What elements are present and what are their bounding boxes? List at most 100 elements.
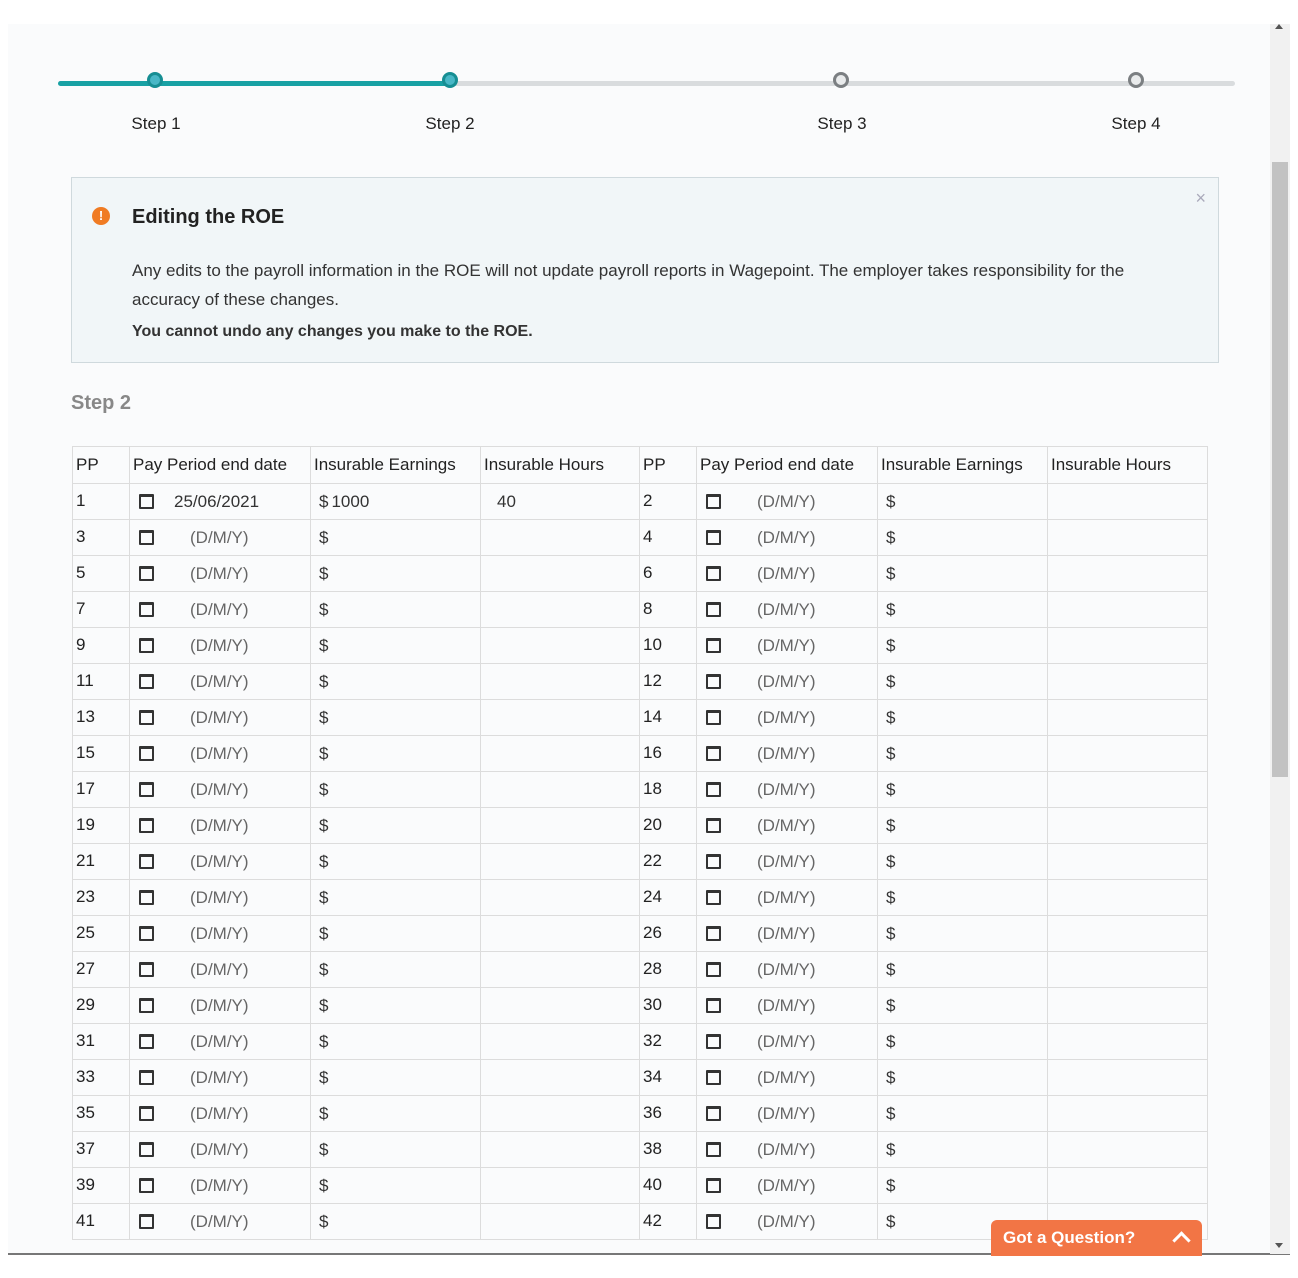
calendar-icon[interactable] xyxy=(139,566,154,581)
insurable-hours-field[interactable] xyxy=(480,555,640,592)
insurable-earnings-field[interactable]: $ xyxy=(877,1167,1048,1204)
pay-period-end-date-field[interactable]: (D/M/Y) xyxy=(129,627,311,664)
insurable-earnings-field[interactable]: $ xyxy=(877,951,1048,988)
calendar-icon[interactable] xyxy=(139,638,154,653)
calendar-icon[interactable] xyxy=(706,1070,721,1085)
close-icon[interactable]: × xyxy=(1195,188,1206,209)
calendar-icon[interactable] xyxy=(706,530,721,545)
insurable-earnings-field[interactable]: $ xyxy=(877,735,1048,772)
pay-period-end-date-field[interactable]: (D/M/Y) xyxy=(129,1131,311,1168)
insurable-hours-field[interactable]: 40 xyxy=(480,483,640,520)
insurable-earnings-field[interactable]: $ xyxy=(310,663,481,700)
calendar-icon[interactable] xyxy=(139,1034,154,1049)
calendar-icon[interactable] xyxy=(706,1214,721,1229)
pay-period-end-date-field[interactable]: 25/06/2021 xyxy=(129,483,311,520)
pay-period-end-date-field[interactable]: (D/M/Y) xyxy=(696,1059,878,1096)
insurable-earnings-field[interactable]: $ xyxy=(877,1131,1048,1168)
insurable-hours-field[interactable] xyxy=(480,951,640,988)
scrollbar-thumb[interactable] xyxy=(1272,162,1288,777)
calendar-icon[interactable] xyxy=(706,710,721,725)
insurable-earnings-field[interactable]: $ xyxy=(877,987,1048,1024)
insurable-hours-field[interactable] xyxy=(480,519,640,556)
insurable-earnings-field[interactable]: $ xyxy=(310,879,481,916)
insurable-earnings-field[interactable]: $ xyxy=(310,591,481,628)
calendar-icon[interactable] xyxy=(706,890,721,905)
insurable-earnings-field[interactable]: $ xyxy=(877,915,1048,952)
pay-period-end-date-field[interactable]: (D/M/Y) xyxy=(696,951,878,988)
insurable-hours-field[interactable] xyxy=(1047,879,1208,916)
insurable-earnings-field[interactable]: $ xyxy=(877,483,1048,520)
insurable-hours-field[interactable] xyxy=(480,627,640,664)
step-1-label[interactable]: Step 1 xyxy=(131,114,180,134)
pay-period-end-date-field[interactable]: (D/M/Y) xyxy=(696,1167,878,1204)
pay-period-end-date-field[interactable]: (D/M/Y) xyxy=(696,663,878,700)
scroll-up-arrow-icon[interactable] xyxy=(1275,24,1283,29)
insurable-hours-field[interactable] xyxy=(1047,699,1208,736)
calendar-icon[interactable] xyxy=(139,998,154,1013)
insurable-hours-field[interactable] xyxy=(480,1095,640,1132)
step-4-label[interactable]: Step 4 xyxy=(1111,114,1160,134)
calendar-icon[interactable] xyxy=(139,494,154,509)
pay-period-end-date-field[interactable]: (D/M/Y) xyxy=(129,1023,311,1060)
insurable-earnings-field[interactable]: $ xyxy=(310,843,481,880)
pay-period-end-date-field[interactable]: (D/M/Y) xyxy=(129,1095,311,1132)
calendar-icon[interactable] xyxy=(706,674,721,689)
pay-period-end-date-field[interactable]: (D/M/Y) xyxy=(696,699,878,736)
calendar-icon[interactable] xyxy=(139,602,154,617)
pay-period-end-date-field[interactable]: (D/M/Y) xyxy=(696,915,878,952)
pay-period-end-date-field[interactable]: (D/M/Y) xyxy=(696,591,878,628)
calendar-icon[interactable] xyxy=(139,530,154,545)
insurable-hours-field[interactable] xyxy=(480,1203,640,1240)
insurable-hours-field[interactable] xyxy=(1047,591,1208,628)
insurable-earnings-field[interactable]: $ xyxy=(310,1203,481,1240)
insurable-earnings-field[interactable]: $ xyxy=(877,771,1048,808)
pay-period-end-date-field[interactable]: (D/M/Y) xyxy=(696,1095,878,1132)
insurable-hours-field[interactable] xyxy=(480,987,640,1024)
calendar-icon[interactable] xyxy=(706,926,721,941)
calendar-icon[interactable] xyxy=(706,1142,721,1157)
calendar-icon[interactable] xyxy=(706,494,721,509)
insurable-earnings-field[interactable]: $ xyxy=(310,699,481,736)
insurable-hours-field[interactable] xyxy=(1047,843,1208,880)
pay-period-end-date-field[interactable]: (D/M/Y) xyxy=(129,915,311,952)
step-1-node[interactable] xyxy=(147,72,163,88)
insurable-hours-field[interactable] xyxy=(480,591,640,628)
step-4-node[interactable] xyxy=(1128,72,1144,88)
got-a-question-button[interactable]: Got a Question? xyxy=(991,1220,1202,1256)
pay-period-end-date-field[interactable]: (D/M/Y) xyxy=(129,663,311,700)
insurable-earnings-field[interactable]: $ xyxy=(310,1023,481,1060)
insurable-hours-field[interactable] xyxy=(1047,771,1208,808)
calendar-icon[interactable] xyxy=(706,1106,721,1121)
pay-period-end-date-field[interactable]: (D/M/Y) xyxy=(696,483,878,520)
calendar-icon[interactable] xyxy=(139,1070,154,1085)
calendar-icon[interactable] xyxy=(706,602,721,617)
insurable-hours-field[interactable] xyxy=(1047,951,1208,988)
insurable-hours-field[interactable] xyxy=(1047,915,1208,952)
insurable-hours-field[interactable] xyxy=(480,735,640,772)
insurable-hours-field[interactable] xyxy=(480,663,640,700)
insurable-earnings-field[interactable]: $ xyxy=(877,555,1048,592)
insurable-earnings-field[interactable]: $ xyxy=(877,807,1048,844)
pay-period-end-date-field[interactable]: (D/M/Y) xyxy=(129,1203,311,1240)
insurable-hours-field[interactable] xyxy=(480,879,640,916)
calendar-icon[interactable] xyxy=(139,746,154,761)
pay-period-end-date-field[interactable]: (D/M/Y) xyxy=(129,879,311,916)
insurable-hours-field[interactable] xyxy=(480,771,640,808)
pay-period-end-date-field[interactable]: (D/M/Y) xyxy=(696,555,878,592)
pay-period-end-date-field[interactable]: (D/M/Y) xyxy=(129,1167,311,1204)
pay-period-end-date-field[interactable]: (D/M/Y) xyxy=(696,519,878,556)
insurable-earnings-field[interactable]: $ xyxy=(877,591,1048,628)
insurable-hours-field[interactable] xyxy=(1047,483,1208,520)
pay-period-end-date-field[interactable]: (D/M/Y) xyxy=(129,591,311,628)
pay-period-end-date-field[interactable]: (D/M/Y) xyxy=(696,843,878,880)
insurable-hours-field[interactable] xyxy=(480,699,640,736)
pay-period-end-date-field[interactable]: (D/M/Y) xyxy=(129,699,311,736)
calendar-icon[interactable] xyxy=(139,890,154,905)
insurable-hours-field[interactable] xyxy=(1047,663,1208,700)
insurable-earnings-field[interactable]: $ xyxy=(877,519,1048,556)
pay-period-end-date-field[interactable]: (D/M/Y) xyxy=(696,735,878,772)
insurable-earnings-field[interactable]: $ xyxy=(877,1023,1048,1060)
insurable-earnings-field[interactable]: $ xyxy=(877,627,1048,664)
insurable-hours-field[interactable] xyxy=(480,1167,640,1204)
insurable-earnings-field[interactable]: $ xyxy=(310,519,481,556)
